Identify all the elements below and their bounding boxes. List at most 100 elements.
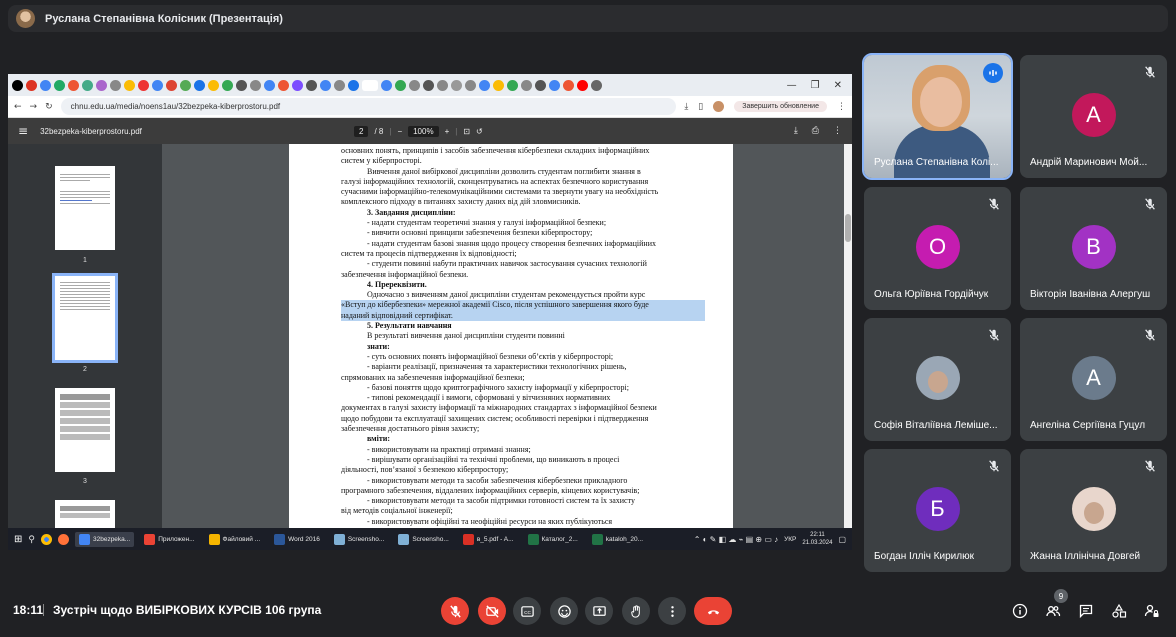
host-controls-button[interactable] bbox=[1142, 601, 1162, 621]
browser-tab-icon[interactable] bbox=[549, 79, 560, 91]
download-pdf-icon[interactable]: ⤓ bbox=[794, 126, 798, 136]
activities-button[interactable] bbox=[1109, 601, 1129, 621]
captions-button[interactable]: CC bbox=[513, 597, 541, 625]
browser-tab-icon[interactable] bbox=[320, 79, 331, 91]
browser-tab-icon[interactable] bbox=[423, 79, 434, 91]
browser-tab-icon[interactable] bbox=[306, 79, 317, 91]
update-button[interactable]: Завершить обновление bbox=[734, 101, 827, 112]
fit-page-icon[interactable]: ⊡ bbox=[463, 127, 470, 136]
browser-tab-icon[interactable] bbox=[96, 79, 107, 91]
firefox-icon[interactable] bbox=[57, 533, 69, 545]
zoom-in-icon[interactable]: + bbox=[445, 127, 450, 136]
browser-tab-icon[interactable] bbox=[180, 79, 191, 91]
menu-icon[interactable]: ⋮ bbox=[837, 102, 846, 112]
browser-tab-icon[interactable] bbox=[437, 79, 448, 91]
language-indicator[interactable]: УКР bbox=[784, 536, 796, 543]
more-icon[interactable]: ⋮ bbox=[833, 126, 842, 136]
meeting-info-button[interactable] bbox=[1010, 601, 1030, 621]
browser-tab-icon[interactable] bbox=[521, 79, 532, 91]
camera-off-button[interactable] bbox=[478, 597, 506, 625]
taskbar-item[interactable]: Каталог_2... bbox=[524, 532, 582, 547]
chat-button[interactable] bbox=[1076, 601, 1096, 621]
windows-start-icon[interactable]: ⊞ bbox=[14, 534, 22, 545]
rotate-icon[interactable]: ↺ bbox=[476, 127, 483, 136]
browser-tab-icon[interactable] bbox=[334, 79, 345, 91]
participant-tile[interactable]: А Ангеліна Сергіївна Гуцул bbox=[1020, 318, 1167, 441]
forward-icon[interactable]: → bbox=[30, 102, 38, 112]
scrollbar-thumb[interactable] bbox=[845, 214, 851, 242]
people-button[interactable] bbox=[1043, 601, 1063, 621]
minimize-button[interactable]: — bbox=[787, 80, 797, 91]
browser-tab-icon[interactable] bbox=[535, 79, 546, 91]
search-icon[interactable]: ⚲ bbox=[28, 534, 35, 545]
browser-tab-icon[interactable] bbox=[479, 79, 490, 91]
profile-icon[interactable] bbox=[713, 101, 725, 112]
zoom-level[interactable]: 100% bbox=[408, 125, 439, 137]
browser-tab-icon[interactable] bbox=[250, 79, 261, 91]
taskbar-item[interactable]: Word 2016 bbox=[270, 532, 324, 547]
leave-call-button[interactable] bbox=[694, 597, 732, 625]
browser-tab-icon[interactable] bbox=[236, 79, 247, 91]
browser-tab-icon[interactable] bbox=[110, 79, 121, 91]
sidepanel-icon[interactable]: ▯ bbox=[698, 102, 703, 112]
maximize-button[interactable]: ❐ bbox=[811, 80, 820, 91]
participant-tile[interactable]: В Вікторія Іванівна Алергуш bbox=[1020, 187, 1167, 310]
browser-tab-icon[interactable] bbox=[208, 79, 219, 91]
browser-tab-icon[interactable] bbox=[493, 79, 504, 91]
more-options-button[interactable] bbox=[658, 597, 686, 625]
taskbar-item[interactable]: 32bezpeka... bbox=[74, 531, 135, 547]
taskbar-item[interactable]: kataloh_20... bbox=[588, 532, 647, 547]
taskbar-item[interactable]: Screensho... bbox=[330, 532, 389, 547]
browser-tab-icon[interactable] bbox=[26, 79, 37, 91]
participant-tile[interactable]: Б Богдан Ілліч Кирилюк bbox=[864, 449, 1011, 572]
browser-tab-icon[interactable] bbox=[278, 79, 289, 91]
participant-tile[interactable]: Софія Віталіївна Леміше... bbox=[864, 318, 1011, 441]
tray-icons[interactable]: ⌃ ◐ ✎ ◧ ☁ ⌁ ▤ ⊕ ▭ ♪ bbox=[694, 535, 778, 544]
browser-tab-icon[interactable] bbox=[166, 79, 177, 91]
zoom-out-icon[interactable]: − bbox=[397, 127, 402, 136]
browser-tab-icon[interactable] bbox=[465, 79, 476, 91]
download-icon[interactable]: ⤓ bbox=[684, 102, 688, 112]
taskbar-item[interactable]: Файловий ... bbox=[205, 532, 265, 547]
browser-tab-icon[interactable] bbox=[409, 79, 420, 91]
page-thumbnail-1[interactable] bbox=[55, 166, 115, 250]
participant-tile[interactable]: Жанна Іллінічна Довгей bbox=[1020, 449, 1167, 572]
taskbar-item[interactable]: Приложен... bbox=[140, 532, 198, 547]
participant-tile[interactable]: О Ольга Юріївна Гордійчук bbox=[864, 187, 1011, 310]
page-thumbnail-3[interactable] bbox=[55, 388, 115, 472]
browser-tab-icon[interactable] bbox=[577, 79, 588, 91]
browser-tab-icon[interactable] bbox=[82, 79, 93, 91]
browser-tab-icon[interactable] bbox=[362, 79, 378, 91]
browser-tab-icon[interactable] bbox=[124, 79, 135, 91]
mic-off-button[interactable] bbox=[441, 597, 469, 625]
url-field[interactable]: chnu.edu.ua/media/noens1au/32bezpeka-kib… bbox=[60, 98, 677, 115]
browser-tab-icon[interactable] bbox=[563, 79, 574, 91]
browser-tab-icon[interactable] bbox=[54, 79, 65, 91]
reload-icon[interactable]: ↻ bbox=[45, 102, 53, 112]
browser-tab-icon[interactable] bbox=[12, 79, 23, 91]
browser-tab-icon[interactable] bbox=[451, 79, 462, 91]
reactions-button[interactable] bbox=[550, 597, 578, 625]
participant-tile[interactable]: А Андрій Маринович Мой... bbox=[1020, 55, 1167, 178]
browser-tab-icon[interactable] bbox=[348, 79, 359, 91]
raise-hand-button[interactable] bbox=[622, 597, 650, 625]
browser-tab-icon[interactable] bbox=[152, 79, 163, 91]
close-window-button[interactable]: ✕ bbox=[834, 80, 842, 91]
browser-tab-icon[interactable] bbox=[264, 79, 275, 91]
participant-tile[interactable]: Руслана Степанівна Колі... bbox=[862, 53, 1013, 180]
pdf-scrollbar[interactable] bbox=[844, 144, 852, 528]
browser-tab-icon[interactable] bbox=[68, 79, 79, 91]
browser-tab-icon[interactable] bbox=[138, 79, 149, 91]
browser-tab-icon[interactable] bbox=[591, 79, 602, 91]
chrome-icon[interactable] bbox=[40, 533, 52, 545]
browser-tab-icon[interactable] bbox=[194, 79, 205, 91]
browser-tab-icon[interactable] bbox=[40, 79, 51, 91]
taskbar-item[interactable]: в_5.pdf - A... bbox=[459, 532, 518, 547]
back-icon[interactable]: ← bbox=[14, 102, 22, 112]
browser-tab-icon[interactable] bbox=[381, 79, 392, 91]
browser-tab-icon[interactable] bbox=[222, 79, 233, 91]
browser-tab-icon[interactable] bbox=[507, 79, 518, 91]
clock[interactable]: 22:11 21.03.2024 bbox=[802, 531, 832, 547]
notifications-icon[interactable]: ▢ bbox=[838, 535, 846, 544]
browser-tab-icon[interactable] bbox=[395, 79, 406, 91]
